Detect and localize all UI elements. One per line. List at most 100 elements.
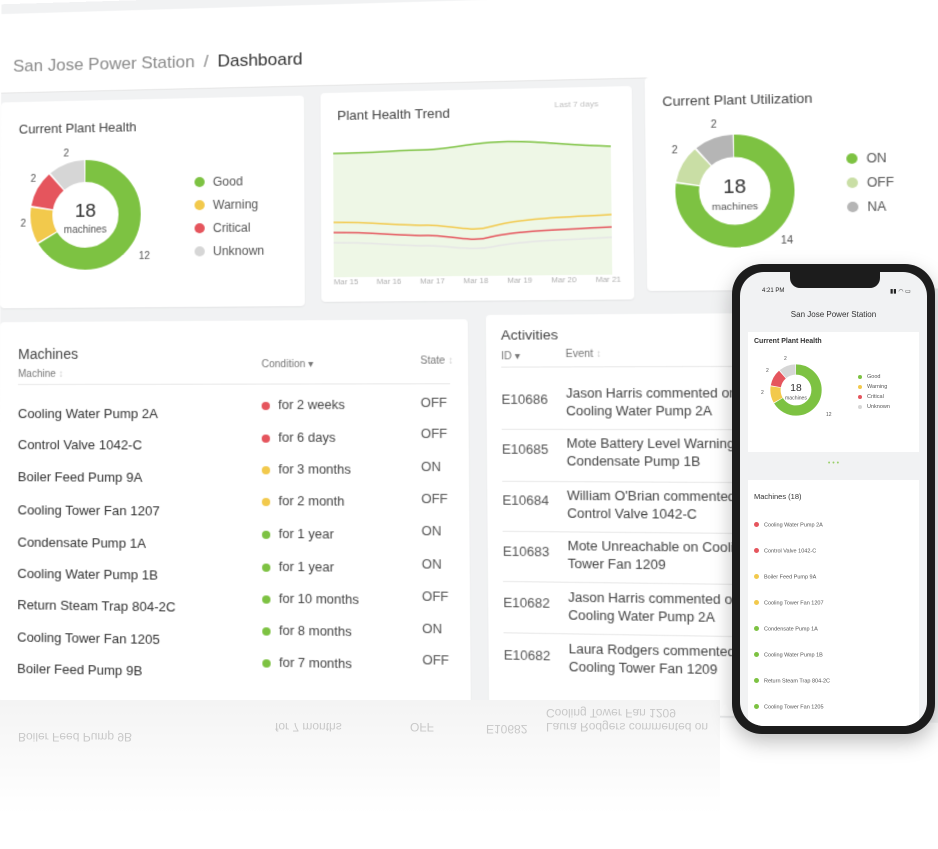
condition-dot [262, 627, 271, 636]
condition-text: for 2 month [278, 493, 345, 509]
trend-x-label: Mar 17 [419, 276, 445, 286]
machine-name[interactable]: Cooling Water Pump 1B [17, 566, 158, 583]
legend-na-dot [847, 201, 859, 213]
machine-name[interactable]: Return Steam Trap 804-2C [17, 597, 175, 615]
phone-pager-dots[interactable]: • • • [740, 460, 927, 467]
phone-legend-warning: Warning [858, 384, 887, 390]
phone-machine-item[interactable]: Control Valve 1042-C [754, 548, 816, 555]
activity-id: E10682 [503, 647, 551, 664]
legend-warning: Warning [194, 197, 259, 212]
condition-dot [262, 595, 271, 604]
breadcrumb: San Jose Power Station / Dashboard [13, 49, 303, 76]
sort-desc-icon: ▾ [308, 358, 314, 371]
phone-machine-item[interactable]: Cooling Tower Fan 1205 [754, 704, 824, 711]
condition-text: for 6 days [278, 430, 336, 445]
condition-dot [262, 659, 271, 668]
machine-condition: for 8 months [262, 623, 352, 639]
machine-name[interactable]: Boiler Feed Pump 9B [17, 661, 142, 679]
utilization-count: 18 [723, 175, 746, 197]
phone-value-unknown: 2 [784, 356, 787, 362]
trend-x-label: Mar 16 [376, 276, 402, 287]
phone-machine-item[interactable]: Cooling Water Pump 2A [754, 522, 823, 529]
machine-name[interactable]: Cooling Tower Fan 1207 [18, 502, 160, 518]
sort-icon: ↕ [58, 368, 64, 380]
machine-name[interactable]: Condensate Pump 1A [17, 534, 146, 550]
legend-good: Good [194, 174, 243, 189]
machine-state: ON [420, 459, 441, 475]
phone-legend-unknown: Unknown [858, 404, 890, 410]
condition-dot [261, 466, 271, 475]
legend-off: OFF [846, 175, 894, 190]
activity-id: E10684 [502, 493, 549, 509]
phone-health-title: Current Plant Health [754, 338, 822, 345]
trend-x-label: Mar 15 [333, 277, 359, 287]
phone-machine-name: Control Valve 1042-C [764, 548, 817, 555]
phone-health-card: Current Plant Health 18 machines 2 2 2 1… [748, 332, 919, 452]
machine-name[interactable]: Boiler Feed Pump 9A [18, 469, 143, 485]
machines-title: Machines [18, 345, 79, 363]
col-header-event[interactable]: Event ↕ [565, 349, 601, 361]
phone-machine-dot [754, 678, 759, 683]
util-value-off: 2 [671, 145, 678, 157]
trend-x-axis: Mar 15 Mar 16 Mar 17 Mar 18 Mar 19 Mar 2… [334, 275, 621, 287]
phone-machine-item[interactable]: Cooling Tower Fan 1207 [754, 600, 824, 607]
phone-notch [790, 272, 880, 288]
phone-machine-name: Cooling Water Pump 1B [764, 652, 823, 659]
machine-name[interactable]: Cooling Tower Fan 1205 [17, 629, 160, 647]
condition-dot [262, 563, 271, 572]
sort-icon: ↕ [596, 348, 602, 361]
machine-name[interactable]: Control Valve 1042-C [18, 437, 142, 452]
trend-range[interactable]: Last 7 days [554, 99, 598, 109]
machine-condition: for 2 weeks [261, 398, 345, 412]
trend-x-label: Mar 21 [595, 274, 622, 285]
phone-status-time: 4:21 PM [762, 288, 785, 294]
legend-critical: Critical [194, 220, 251, 236]
phone-machine-name: Return Steam Trap 804-2C [764, 678, 831, 685]
breadcrumb-site[interactable]: San Jose Power Station [13, 52, 195, 75]
condition-text: for 7 months [278, 655, 352, 672]
condition-text: for 8 months [278, 623, 352, 640]
machine-condition: for 2 month [261, 493, 345, 509]
reflection-machine-name: Boiler Feed Pump 9B [18, 730, 133, 744]
phone-legend-good-label: Good [867, 374, 881, 380]
phone-machine-item[interactable]: Cooling Water Pump 1B [754, 652, 823, 659]
legend-unknown-label: Unknown [212, 243, 265, 259]
breadcrumb-page: Dashboard [217, 49, 303, 71]
col-header-state[interactable]: State ↕ [420, 355, 453, 366]
condition-text: for 1 year [278, 526, 334, 542]
activity-id: E10683 [502, 544, 550, 560]
phone-machine-name: Condensate Pump 1A [764, 626, 818, 633]
legend-warning-label: Warning [212, 197, 259, 212]
trend-x-label: Mar 20 [551, 275, 577, 285]
col-header-id[interactable]: ID ▾ [501, 351, 520, 362]
col-header-condition[interactable]: Condition ▾ [261, 359, 313, 370]
phone-machine-dot [754, 522, 759, 527]
phone-machine-item[interactable]: Condensate Pump 1A [754, 626, 818, 633]
phone-legend-critical-dot [858, 394, 862, 399]
col-header-event-label: Event [565, 348, 594, 361]
condition-dot [261, 530, 271, 539]
phone-legend-unknown-dot [858, 404, 862, 409]
phone-machine-item[interactable]: Return Steam Trap 804-2C [754, 678, 830, 685]
header-divider [17, 383, 451, 385]
phone-value-warning: 2 [761, 390, 764, 396]
machine-state: OFF [421, 491, 448, 507]
phone-machine-dot [754, 574, 759, 579]
col-header-machine-label: Machine [18, 368, 56, 380]
health-value-good: 12 [138, 250, 150, 263]
col-header-state-label: State [420, 355, 446, 367]
legend-critical-label: Critical [212, 220, 251, 236]
legend-na-label: NA [867, 199, 887, 215]
phone-machine-item[interactable]: Boiler Feed Pump 9A [754, 574, 816, 581]
trend-title: Plant Health Trend [337, 105, 450, 124]
col-header-machine[interactable]: Machine ↕ [18, 369, 64, 380]
phone-machine-name: Cooling Tower Fan 1207 [764, 600, 824, 607]
machine-condition: for 1 year [262, 559, 334, 575]
legend-na: NA [847, 199, 886, 214]
utilization-card: Current Plant Utilization 18 machines 2 … [644, 69, 938, 291]
phone-legend-critical: Critical [858, 394, 884, 400]
activity-id: E10682 [503, 595, 550, 611]
machine-name[interactable]: Cooling Water Pump 2A [18, 406, 158, 421]
trend-card: Plant Health Trend Last 7 days Mar 15 Ma… [320, 86, 635, 302]
dashboard-reflection: Boiler Feed Pump 9B for 7 months OFF E10… [0, 700, 720, 814]
